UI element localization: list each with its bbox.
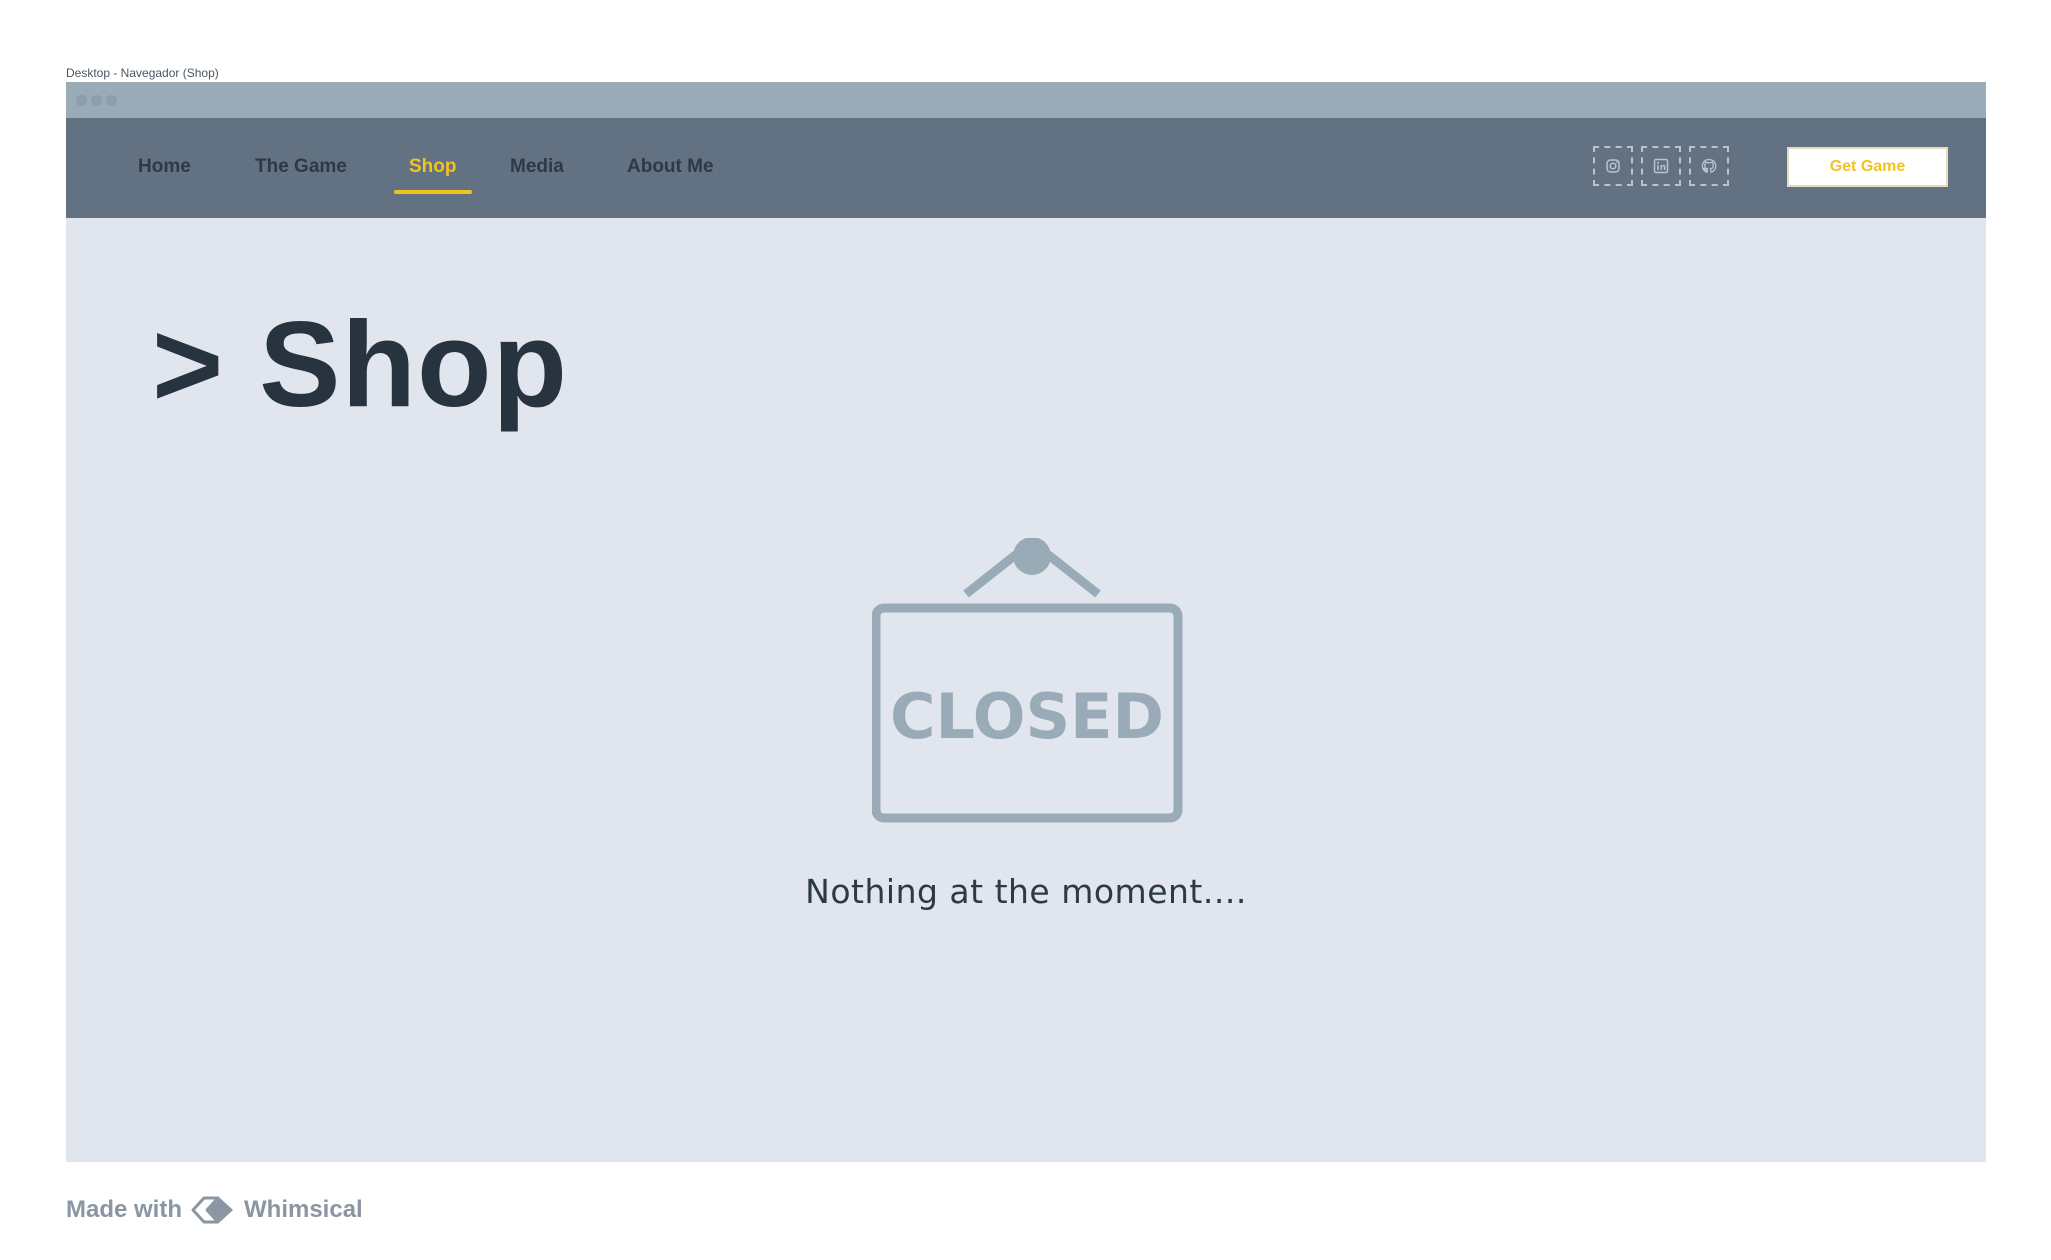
github-button[interactable] (1689, 146, 1729, 186)
page-title: > Shop (152, 296, 569, 432)
nav-item-home[interactable]: Home (138, 156, 191, 178)
active-nav-underline (394, 190, 472, 194)
nav-item-about-me[interactable]: About Me (627, 156, 714, 178)
instagram-button[interactable] (1593, 146, 1633, 186)
linkedin-icon (1653, 158, 1669, 174)
github-icon (1701, 158, 1717, 173)
top-navbar: Home The Game Shop Media About Me Get Ga… (66, 118, 1986, 218)
whimsical-logo-icon (191, 1196, 234, 1224)
footer-credit[interactable]: Made with Whimsical (66, 1192, 363, 1228)
sign-text: CLOSED (890, 680, 1164, 753)
instagram-icon (1606, 159, 1620, 173)
window-control-dot[interactable] (91, 95, 102, 106)
window-control-dot[interactable] (106, 95, 117, 106)
nav-item-shop[interactable]: Shop (409, 156, 457, 178)
browser-window: Home The Game Shop Media About Me Get Ga… (66, 82, 1986, 1162)
nav-item-the-game[interactable]: The Game (255, 156, 347, 178)
linkedin-button[interactable] (1641, 146, 1681, 186)
get-game-button[interactable]: Get Game (1787, 147, 1948, 187)
whimsical-brand-label: Whimsical (244, 1196, 363, 1223)
frame-label: Desktop - Navegador (Shop) (66, 66, 219, 80)
window-control-dot[interactable] (76, 95, 87, 106)
nav-item-media[interactable]: Media (510, 156, 564, 178)
made-with-label: Made with (66, 1196, 183, 1223)
closed-sign-icon: CLOSED (872, 538, 1183, 823)
window-titlebar (66, 82, 1986, 118)
empty-state-message: Nothing at the moment.... (805, 872, 1247, 911)
